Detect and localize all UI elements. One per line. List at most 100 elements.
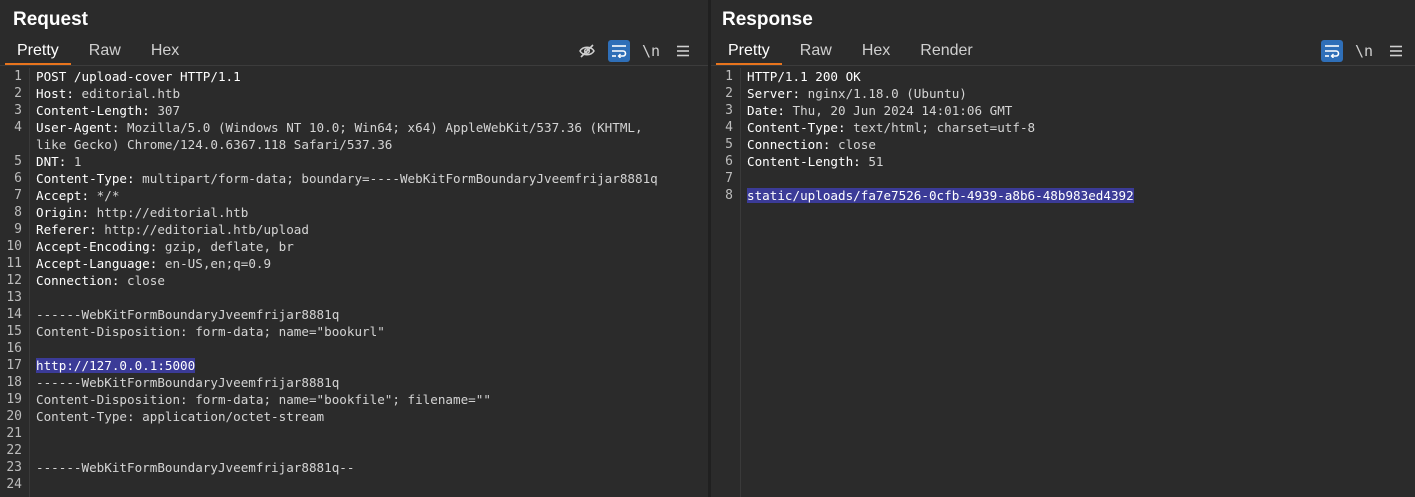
- code-line: Connection: close: [36, 272, 708, 289]
- line-number: 20: [6, 409, 22, 424]
- code-line: Referer: http://editorial.htb/upload: [36, 221, 708, 238]
- header-name: HTTP/1.1 200 OK: [747, 69, 861, 84]
- eye-off-icon[interactable]: [576, 40, 598, 62]
- line-number: 5: [725, 137, 733, 152]
- header-name: Host:: [36, 86, 74, 101]
- line-number: 23: [6, 460, 22, 475]
- line-number: 1: [725, 69, 733, 84]
- response-title: Response: [722, 9, 813, 30]
- header-value: Thu, 20 Jun 2024 14:01:06 GMT: [784, 103, 1013, 118]
- header-name: Content-Length:: [36, 103, 150, 118]
- line-number: 10: [6, 239, 22, 254]
- response-editor[interactable]: 1 2 3 4 5 6 7 8 HTTP/1.1 200 OK Server: nginx/1.…: [711, 68, 1415, 497]
- response-panel: Response Pretty Raw Hex Render \n 1 2 3 4 5 6…: [711, 0, 1415, 497]
- tab-pretty[interactable]: Pretty: [5, 38, 71, 65]
- header-name: Referer:: [36, 222, 97, 237]
- request-panel: Request Pretty Raw Hex \n 1 2 3 4 5 6 7 8 9 10 11 1…: [0, 0, 708, 497]
- hamburger-menu-icon[interactable]: [1385, 40, 1407, 62]
- tab-hex[interactable]: Hex: [139, 38, 191, 65]
- header-name: Accept-Encoding:: [36, 239, 158, 254]
- line-number: 15: [6, 324, 22, 339]
- header-name: Connection:: [36, 273, 120, 288]
- header-value: ------WebKitFormBoundaryJveemfrijar8881q: [36, 375, 340, 390]
- code-line: User-Agent: Mozilla/5.0 (Windows NT 10.0…: [36, 119, 708, 136]
- tab-hex[interactable]: Hex: [850, 38, 902, 65]
- response-code[interactable]: HTTP/1.1 200 OK Server: nginx/1.18.0 (Ubu…: [747, 68, 1415, 204]
- header-value: ------WebKitFormBoundaryJveemfrijar8881q: [36, 307, 340, 322]
- code-line: Date: Thu, 20 Jun 2024 14:01:06 GMT: [747, 102, 1415, 119]
- code-line: POST /upload-cover HTTP/1.1: [36, 68, 708, 85]
- header-value: http://editorial.htb/upload: [96, 222, 309, 237]
- header-name: POST /upload-cover HTTP/1.1: [36, 69, 241, 84]
- header-value: gzip, deflate, br: [157, 239, 294, 254]
- tabbar-divider: [0, 65, 708, 66]
- code-line: Content-Length: 307: [36, 102, 708, 119]
- line-number: 4: [14, 120, 22, 135]
- code-line: http://127.0.0.1:5000: [36, 357, 708, 374]
- tab-raw[interactable]: Raw: [77, 38, 133, 65]
- newline-toggle[interactable]: \n: [1353, 40, 1375, 62]
- header-value: en-US,en;q=0.9: [157, 256, 272, 271]
- newline-toggle[interactable]: \n: [640, 40, 662, 62]
- header-value: multipart/form-data; boundary=----WebKit…: [134, 171, 658, 186]
- header-name: Accept:: [36, 188, 90, 203]
- code-line: Content-Type: application/octet-stream: [36, 408, 708, 425]
- header-name: DNT:: [36, 154, 67, 169]
- request-code[interactable]: POST /upload-cover HTTP/1.1 Host: editori…: [36, 68, 708, 493]
- request-tabs: Pretty Raw Hex: [5, 38, 197, 65]
- tab-raw[interactable]: Raw: [788, 38, 844, 65]
- header-value: Content-Disposition: form-data; name="bo…: [36, 392, 491, 407]
- response-toolbar: \n: [1311, 40, 1407, 62]
- line-number: 6: [14, 171, 22, 186]
- header-name: Date:: [747, 103, 785, 118]
- line-number: 2: [14, 86, 22, 101]
- header-name: Content-Type:: [747, 120, 846, 135]
- code-line: HTTP/1.1 200 OK: [747, 68, 1415, 85]
- tab-pretty[interactable]: Pretty: [716, 38, 782, 65]
- line-number: 7: [14, 188, 22, 203]
- wrap-lines-icon[interactable]: [608, 40, 630, 62]
- header-value: ------WebKitFormBoundaryJveemfrijar8881q…: [36, 460, 355, 475]
- line-number: 7: [725, 171, 733, 186]
- tab-render[interactable]: Render: [908, 38, 984, 65]
- line-number: 3: [725, 103, 733, 118]
- line-number: 9: [14, 222, 22, 237]
- code-line: ------WebKitFormBoundaryJveemfrijar8881q…: [36, 459, 708, 476]
- code-line: static/uploads/fa7e7526-0cfb-4939-a8b6-4…: [747, 187, 1415, 204]
- code-line: Content-Type: multipart/form-data; bound…: [36, 170, 708, 187]
- line-number: 18: [6, 375, 22, 390]
- line-number: 13: [6, 290, 22, 305]
- header-value: close: [119, 273, 165, 288]
- line-number: 6: [725, 154, 733, 169]
- line-number-gutter: 1 2 3 4 5 6 7 8 9 10 11 12 13 14 15 16 17 18 19 20 21 22 23 24: [0, 68, 30, 497]
- request-editor[interactable]: 1 2 3 4 5 6 7 8 9 10 11 12 13 14 15 16 17 18 19 20 21 22 23 24 …: [0, 68, 708, 497]
- code-line: Content-Disposition: form-data; name="bo…: [36, 391, 708, 408]
- hamburger-menu-icon[interactable]: [672, 40, 694, 62]
- wrap-lines-icon[interactable]: [1321, 40, 1343, 62]
- line-number: 4: [725, 120, 733, 135]
- header-value: Content-Type: application/octet-stream: [36, 409, 325, 424]
- header-value: 1: [66, 154, 82, 169]
- header-name: Connection:: [747, 137, 831, 152]
- code-line: Connection: close: [747, 136, 1415, 153]
- code-line: ------WebKitFormBoundaryJveemfrijar8881q: [36, 306, 708, 323]
- selected-text: http://127.0.0.1:5000: [36, 358, 196, 373]
- code-line: ------WebKitFormBoundaryJveemfrijar8881q: [36, 374, 708, 391]
- header-name: Content-Type:: [36, 171, 135, 186]
- line-number: 2: [725, 86, 733, 101]
- request-title: Request: [13, 9, 88, 30]
- code-line: DNT: 1: [36, 153, 708, 170]
- code-line: Host: editorial.htb: [36, 85, 708, 102]
- line-number: 16: [6, 341, 22, 356]
- header-value: nginx/1.18.0 (Ubuntu): [800, 86, 967, 101]
- header-value: like Gecko) Chrome/124.0.6367.118 Safari…: [36, 137, 393, 152]
- line-number: 8: [14, 205, 22, 220]
- line-number: 8: [725, 188, 733, 203]
- line-number: 14: [6, 307, 22, 322]
- header-value: */*: [89, 188, 120, 203]
- line-number: 1: [14, 69, 22, 84]
